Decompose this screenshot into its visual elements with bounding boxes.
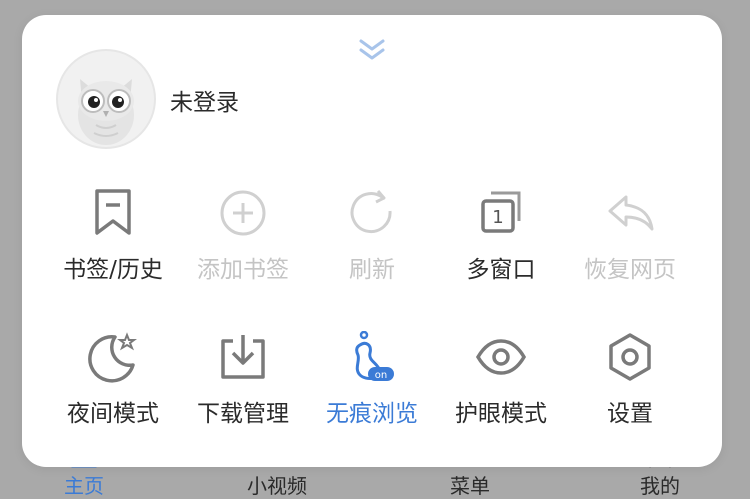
- windows-icon: 1: [481, 191, 521, 233]
- window-count-badge: 1: [492, 207, 503, 228]
- menu-item-multi-window[interactable]: 1 多窗口: [436, 187, 566, 307]
- menu-item-label: 恢复网页: [584, 257, 676, 283]
- bottom-nav-label: 小视频: [247, 474, 307, 498]
- hexagon-gear-icon: [609, 333, 651, 381]
- bottom-nav-label: 我的: [640, 474, 680, 498]
- menu-item-label: 书签/历史: [63, 257, 163, 283]
- menu-item-label: 刷新: [349, 257, 395, 283]
- undo-arrow-icon: [608, 195, 654, 231]
- menu-panel: 未登录 书签/历史 添加书签 刷新 1 多窗口 恢复网页 夜间模式 下载管理 o…: [22, 15, 722, 467]
- refresh-icon: [350, 190, 392, 234]
- menu-item-label: 护眼模式: [455, 401, 547, 427]
- menu-item-eye-care[interactable]: 护眼模式: [436, 331, 566, 451]
- menu-item-add-bookmark[interactable]: 添加书签: [178, 187, 308, 307]
- menu-item-bookmarks-history[interactable]: 书签/历史: [48, 187, 178, 307]
- menu-item-label: 多窗口: [466, 257, 536, 283]
- menu-item-label: 无痕浏览: [326, 401, 418, 427]
- menu-item-refresh[interactable]: 刷新: [307, 187, 437, 307]
- menu-item-label: 下载管理: [197, 401, 289, 427]
- incognito-on-badge: on: [375, 370, 387, 381]
- menu-item-incognito[interactable]: on 无痕浏览: [307, 331, 437, 451]
- menu-item-night-mode[interactable]: 夜间模式: [48, 331, 178, 451]
- eye-icon: [475, 339, 527, 375]
- menu-item-label: 添加书签: [197, 257, 289, 283]
- download-tray-icon: [221, 335, 265, 379]
- bottom-nav-label: 菜单: [450, 474, 490, 498]
- menu-item-label: 夜间模式: [67, 401, 159, 427]
- menu-item-label: 设置: [607, 401, 653, 427]
- moon-star-icon: [88, 332, 137, 383]
- menu-grid: 书签/历史 添加书签 刷新 1 多窗口 恢复网页 夜间模式 下载管理 on 无痕…: [22, 15, 722, 467]
- menu-item-settings[interactable]: 设置: [565, 331, 695, 451]
- plus-circle-icon: [220, 190, 266, 236]
- menu-item-restore-page[interactable]: 恢复网页: [565, 187, 695, 307]
- menu-item-downloads[interactable]: 下载管理: [178, 331, 308, 451]
- bookmark-icon: [95, 189, 131, 235]
- bottom-nav-label: 主页: [64, 474, 104, 498]
- footprint-icon: on: [355, 331, 394, 381]
